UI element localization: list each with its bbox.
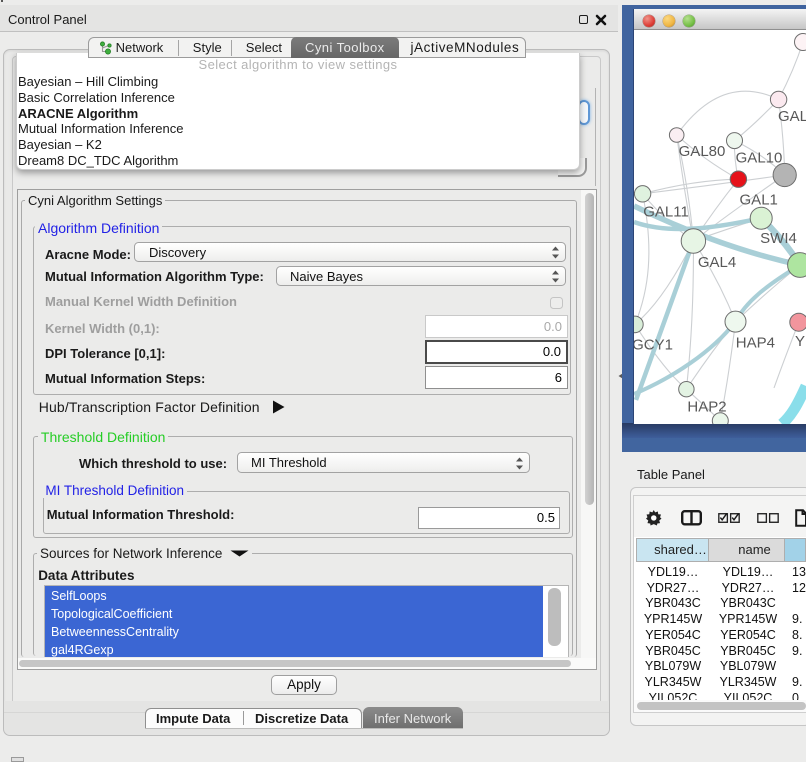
svg-text:SWI4: SWI4 — [760, 230, 797, 247]
svg-text:Y: Y — [795, 333, 805, 350]
svg-text:GAL1: GAL1 — [740, 191, 778, 208]
svg-text:GAL10: GAL10 — [736, 150, 783, 167]
svg-text:HAP4: HAP4 — [736, 334, 775, 351]
svg-text:GAL80: GAL80 — [679, 143, 726, 160]
svg-text:HAP2: HAP2 — [687, 399, 726, 416]
svg-text:GAL7: GAL7 — [778, 108, 806, 125]
svg-text:GAL4: GAL4 — [698, 254, 736, 271]
svg-text:GAL11: GAL11 — [643, 203, 689, 220]
svg-text:GCY1: GCY1 — [634, 337, 673, 354]
